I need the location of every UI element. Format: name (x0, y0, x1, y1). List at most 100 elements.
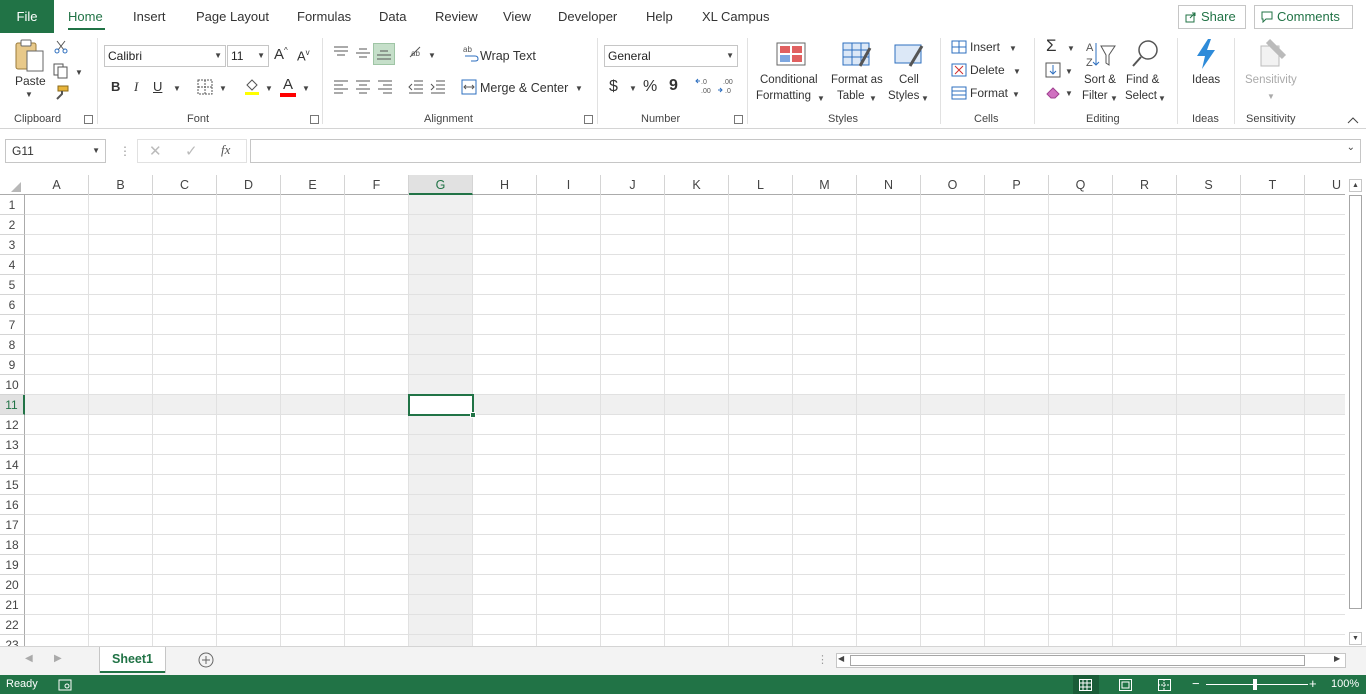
share-button[interactable]: Share (1178, 5, 1246, 29)
percent-button[interactable]: % (643, 78, 657, 96)
autosum-icon[interactable]: Σ (1046, 36, 1057, 56)
worksheet-grid[interactable]: ABCDEFGHIJKLMNOPQRSTU 1 2 3 4 5 6 7 8 9 10 11 12 13 1… (0, 175, 1345, 646)
increase-font-icon[interactable]: A^ (274, 46, 288, 63)
font-name-dropdown[interactable]: Calibri ▼ (104, 45, 226, 67)
currency-button[interactable]: $ (609, 78, 618, 96)
fill-handle[interactable] (470, 412, 476, 418)
zoom-slider-track[interactable] (1206, 684, 1308, 685)
delete-cells-label[interactable]: Delete (970, 63, 1005, 77)
row-header[interactable]: 16 (0, 495, 25, 515)
comma-button[interactable]: 9 (669, 77, 678, 95)
vertical-scroll-thumb[interactable] (1349, 195, 1362, 609)
format-as-table-label-1[interactable]: Format as (831, 74, 883, 86)
align-middle-icon[interactable] (355, 46, 371, 60)
tab-split-grip-icon[interactable]: ⋮ (817, 653, 828, 666)
sort-filter-label-2[interactable]: Filter (1082, 90, 1108, 102)
number-format-dropdown[interactable]: General ▼ (604, 45, 738, 67)
tab-developer[interactable]: Developer (558, 9, 617, 24)
zoom-level[interactable]: 100% (1331, 678, 1359, 690)
column-header[interactable]: O (921, 175, 985, 195)
add-sheet-icon[interactable] (198, 652, 214, 668)
find-select-icon[interactable] (1130, 38, 1162, 70)
active-cell[interactable] (408, 394, 474, 416)
column-header[interactable]: A (25, 175, 89, 195)
tab-help[interactable]: Help (646, 9, 673, 24)
name-box[interactable]: G11 ▼ (5, 139, 106, 163)
row-header[interactable]: 22 (0, 615, 25, 635)
row-header[interactable]: 15 (0, 475, 25, 495)
column-header[interactable]: H (473, 175, 537, 195)
row-header[interactable]: 2 (0, 215, 25, 235)
row-header[interactable]: 14 (0, 455, 25, 475)
wrap-text-label[interactable]: Wrap Text (480, 49, 536, 63)
font-size-dropdown[interactable]: 11 ▼ (227, 45, 269, 67)
horizontal-scroll-thumb[interactable] (850, 655, 1305, 666)
fill-down-icon[interactable] (1045, 62, 1061, 78)
column-header[interactable]: K (665, 175, 729, 195)
alignment-launcher-icon[interactable] (584, 115, 593, 124)
number-launcher-icon[interactable] (734, 115, 743, 124)
column-header[interactable]: M (793, 175, 857, 195)
column-header[interactable]: J (601, 175, 665, 195)
row-header[interactable]: 6 (0, 295, 25, 315)
cell-styles-label-1[interactable]: Cell (899, 74, 919, 86)
page-break-view-icon[interactable] (1158, 679, 1171, 691)
row-header[interactable]: 13 (0, 435, 25, 455)
borders-icon[interactable] (197, 79, 213, 95)
column-header[interactable]: T (1241, 175, 1305, 195)
merge-center-icon[interactable] (461, 79, 477, 95)
conditional-formatting-label-2[interactable]: Formatting (756, 90, 811, 102)
increase-decimal-icon[interactable]: .0.00 (695, 77, 715, 95)
scroll-right-icon[interactable]: ▶ (1334, 654, 1340, 663)
column-header[interactable]: C (153, 175, 217, 195)
tab-xl-campus[interactable]: XL Campus (702, 9, 769, 24)
decrease-decimal-icon[interactable]: .00.0 (717, 77, 737, 95)
tab-file[interactable]: File (0, 0, 54, 33)
comments-button[interactable]: Comments (1254, 5, 1353, 29)
tab-formulas[interactable]: Formulas (297, 9, 351, 24)
cut-icon[interactable] (54, 40, 68, 54)
cancel-icon[interactable]: ✕ (149, 142, 162, 160)
find-select-label-2[interactable]: Select (1125, 90, 1157, 102)
decrease-indent-icon[interactable] (408, 80, 424, 94)
insert-cells-icon[interactable] (951, 40, 967, 54)
scroll-left-icon[interactable]: ◀ (838, 654, 844, 663)
merge-dropdown-icon[interactable]: ▼ (575, 84, 583, 93)
borders-dropdown-icon[interactable]: ▼ (219, 84, 227, 93)
next-sheet-icon[interactable]: ▶ (54, 653, 62, 664)
row-header[interactable]: 9 (0, 355, 25, 375)
format-cells-label[interactable]: Format (970, 86, 1008, 100)
insert-cells-label[interactable]: Insert (970, 40, 1000, 54)
tab-data[interactable]: Data (379, 9, 406, 24)
column-header[interactable]: Q (1049, 175, 1113, 195)
column-header[interactable]: I (537, 175, 601, 195)
expand-formula-bar-icon[interactable]: ⌄ (1347, 142, 1355, 153)
paste-button[interactable] (14, 39, 46, 76)
italic-button[interactable]: I (134, 79, 138, 95)
row-header[interactable]: 19 (0, 555, 25, 575)
row-header[interactable]: 12 (0, 415, 25, 435)
ideas-lightning-icon[interactable] (1194, 38, 1218, 70)
fill-color-dropdown-icon[interactable]: ▼ (265, 84, 273, 93)
column-header[interactable]: E (281, 175, 345, 195)
align-left-icon[interactable] (333, 80, 349, 94)
tab-review[interactable]: Review (435, 9, 478, 24)
increase-indent-icon[interactable] (430, 80, 446, 94)
cell-styles-label-2[interactable]: Styles (888, 90, 919, 102)
page-layout-view-icon[interactable] (1119, 679, 1132, 691)
format-cells-icon[interactable] (951, 86, 967, 100)
row-header[interactable]: 10 (0, 375, 25, 395)
tab-insert[interactable]: Insert (133, 9, 166, 24)
row-header[interactable]: 8 (0, 335, 25, 355)
clipboard-launcher-icon[interactable] (84, 115, 93, 124)
row-header[interactable]: 7 (0, 315, 25, 335)
currency-dropdown-icon[interactable]: ▼ (629, 84, 637, 93)
format-as-table-icon[interactable] (842, 42, 872, 68)
column-header[interactable]: D (217, 175, 281, 195)
ideas-button-label[interactable]: Ideas (1192, 74, 1220, 86)
orientation-icon[interactable]: ab (408, 45, 426, 61)
select-all-icon[interactable] (10, 181, 22, 193)
align-right-icon[interactable] (377, 80, 393, 94)
insert-function-icon[interactable]: fx (221, 142, 230, 158)
column-header[interactable]: U (1305, 175, 1345, 195)
